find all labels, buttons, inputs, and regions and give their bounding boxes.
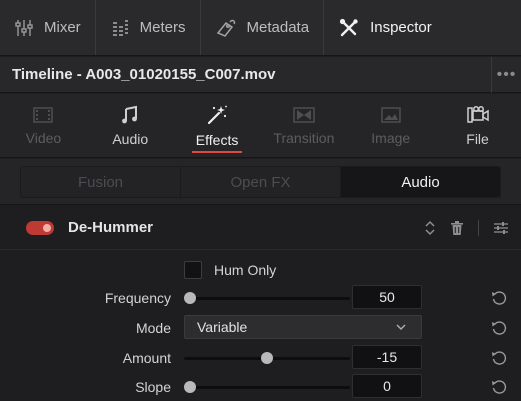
tab-effects[interactable]: Effects <box>174 94 261 157</box>
reset-icon[interactable] <box>490 289 508 307</box>
amount-slider-knob[interactable] <box>261 352 273 364</box>
tab-transition[interactable]: Transition <box>260 94 347 157</box>
mixer-button[interactable]: Mixer <box>0 0 96 55</box>
subtab-fusion[interactable]: Fusion <box>21 167 181 197</box>
meters-button[interactable]: Meters <box>96 0 201 55</box>
image-icon <box>380 106 401 123</box>
panel-toolbar: Mixer Meters Metadata Inspector <box>0 0 521 56</box>
hum-only-row: Hum Only <box>0 257 521 283</box>
metadata-button[interactable]: Metadata <box>201 0 325 55</box>
mode-row: Mode Variable <box>0 315 521 341</box>
header-divider <box>478 220 479 236</box>
magic-wand-icon <box>207 105 227 124</box>
hum-only-label: Hum Only <box>214 262 277 278</box>
subtab-segmented-control: Fusion Open FX Audio <box>20 166 501 198</box>
amount-value-field[interactable]: -15 <box>352 345 422 369</box>
slope-value-field[interactable]: 0 <box>352 374 422 398</box>
tab-file-label: File <box>466 130 489 147</box>
effect-panel: De-Hummer Hum Only Frequency 50 Mode Var… <box>0 206 521 401</box>
tab-transition-label: Transition <box>273 129 335 146</box>
metadata-icon <box>216 19 235 37</box>
effect-header: De-Hummer <box>0 206 521 250</box>
frequency-slider-track[interactable] <box>184 297 350 300</box>
amount-label: Amount <box>122 350 171 366</box>
effect-header-actions <box>424 206 509 250</box>
tab-audio[interactable]: Audio <box>87 94 174 157</box>
tab-file[interactable]: File <box>434 94 521 157</box>
tab-audio-label: Audio <box>112 130 149 147</box>
mode-selected-value: Variable <box>197 319 248 335</box>
music-note-icon <box>122 105 138 123</box>
tab-effects-label: Effects <box>195 131 239 148</box>
tab-image-label: Image <box>371 129 411 146</box>
slope-label: Slope <box>135 379 171 395</box>
slope-slider-knob[interactable] <box>184 381 196 393</box>
subtab-bar: Fusion Open FX Audio <box>0 159 521 205</box>
inspector-titlebar: Timeline - A003_01020155_C007.mov ••• <box>0 57 521 93</box>
amount-row: Amount -15 <box>0 345 521 371</box>
metadata-label: Metadata <box>246 19 310 36</box>
more-options-button[interactable]: ••• <box>491 57 521 93</box>
transition-icon <box>293 106 315 123</box>
frequency-row: Frequency 50 <box>0 285 521 311</box>
mode-dropdown[interactable]: Variable <box>184 315 422 339</box>
settings-sliders-icon[interactable] <box>493 220 509 236</box>
inspector-button[interactable]: Inspector <box>324 0 446 55</box>
clip-title: Timeline - A003_01020155_C007.mov <box>12 66 276 83</box>
meters-label: Meters <box>139 19 186 36</box>
frequency-label: Frequency <box>104 290 171 306</box>
tab-video-label: Video <box>25 129 62 146</box>
chevron-up-down-icon[interactable] <box>424 220 436 236</box>
trash-icon[interactable] <box>450 220 464 236</box>
reset-icon[interactable] <box>490 319 508 337</box>
reset-icon[interactable] <box>490 349 508 367</box>
slope-row: Slope 0 <box>0 374 521 400</box>
subtab-audio[interactable]: Audio <box>341 167 500 197</box>
tab-image[interactable]: Image <box>347 94 434 157</box>
file-camera-icon <box>466 105 489 123</box>
hum-only-checkbox[interactable] <box>184 261 202 279</box>
chevron-down-icon <box>396 324 406 330</box>
inspector-icon <box>339 18 358 36</box>
meters-icon <box>112 19 128 36</box>
subtab-open-fx[interactable]: Open FX <box>181 167 341 197</box>
reset-icon[interactable] <box>490 378 508 396</box>
inspector-category-tabs: Video Audio Effects Transition Image Fil… <box>0 94 521 158</box>
mode-label: Mode <box>135 320 171 336</box>
effect-enable-toggle[interactable] <box>26 220 54 235</box>
video-icon <box>33 106 54 123</box>
mixer-label: Mixer <box>44 19 81 36</box>
inspector-label: Inspector <box>370 19 432 36</box>
tab-video[interactable]: Video <box>0 94 87 157</box>
frequency-slider-knob[interactable] <box>184 292 196 304</box>
mixer-icon <box>15 19 33 36</box>
effect-name: De-Hummer <box>68 219 154 236</box>
slope-slider-track[interactable] <box>184 386 350 389</box>
frequency-value-field[interactable]: 50 <box>352 285 422 309</box>
